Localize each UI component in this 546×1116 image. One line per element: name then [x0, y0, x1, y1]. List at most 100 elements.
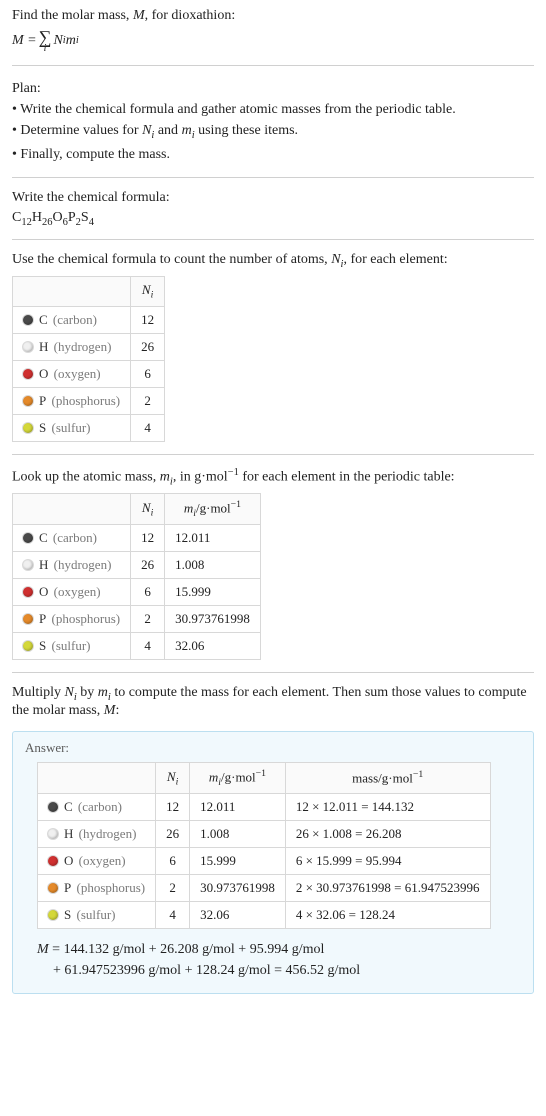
table-header-row: Ni mi/g·mol−1 mass/g·mol−1 — [38, 762, 491, 793]
table-row: H (hydrogen) 26 — [13, 333, 165, 360]
element-dot-icon — [23, 342, 33, 352]
lookup-h-b: , in g·mol — [173, 469, 228, 484]
element-cell: C (carbon) — [23, 312, 120, 328]
table-row: S (sulfur)432.06 — [13, 633, 261, 660]
m-cell: 15.999 — [190, 847, 286, 874]
m-header: mi/g·mol−1 — [165, 494, 261, 525]
element-dot-icon — [48, 883, 58, 893]
mult-d: : — [115, 703, 119, 718]
n-cell: 2 — [131, 387, 165, 414]
mult-a: Multiply — [12, 685, 65, 700]
table-header-row: Ni mi/g·mol−1 — [13, 494, 261, 525]
lookup-h-exp: −1 — [228, 467, 239, 478]
mass-cell: 4 × 32.06 = 128.24 — [285, 901, 490, 928]
element-dot-icon — [23, 587, 33, 597]
lookup-table: Ni mi/g·mol−1 C (carbon)1212.011H (hydro… — [12, 493, 261, 660]
table-row: O (oxygen)615.999 — [13, 579, 261, 606]
nh: N — [142, 282, 151, 297]
element-dot-icon — [48, 829, 58, 839]
plan-l2b: and — [154, 123, 181, 138]
mh-b2: /g·mol — [221, 769, 256, 784]
m-cell: 32.06 — [190, 901, 286, 928]
chem-s-sub: 4 — [89, 216, 94, 227]
table-row: P (phosphorus)230.973761998 — [13, 606, 261, 633]
formula-heading: Write the chemical formula: — [12, 190, 534, 206]
n-header: Ni — [131, 494, 165, 525]
element-dot-icon — [23, 396, 33, 406]
lookup-h-c: for each element in the periodic table: — [239, 469, 455, 484]
n-cell: 26 — [131, 333, 165, 360]
n-header: Ni — [131, 277, 165, 307]
nhs3: i — [176, 776, 179, 787]
table-row: C (carbon)1212.011 — [13, 525, 261, 552]
m-cell: 30.973761998 — [165, 606, 261, 633]
mass-cell: 12 × 12.011 = 144.132 — [285, 793, 490, 820]
table-row: S (sulfur)4 — [13, 414, 165, 441]
m-cell: 30.973761998 — [190, 874, 286, 901]
massh-a: mass/g·mol — [352, 771, 413, 786]
element-cell: H (hydrogen) — [23, 557, 120, 573]
mh-exp2: −1 — [256, 768, 266, 779]
element-cell: P (phosphorus) — [48, 880, 145, 896]
intro-m: M — [133, 8, 145, 23]
element-cell: S (sulfur) — [23, 420, 120, 436]
m-cell: 32.06 — [165, 633, 261, 660]
n-cell: 4 — [156, 901, 190, 928]
table-row: P (phosphorus) 2 — [13, 387, 165, 414]
table-row: P (phosphorus)230.9737619982 × 30.973761… — [38, 874, 491, 901]
intro-text: Find the molar mass, — [12, 8, 133, 23]
n-cell: 12 — [131, 306, 165, 333]
plan-line-1: • Write the chemical formula and gather … — [12, 99, 534, 120]
intro-line: Find the molar mass, M, for dioxathion: — [12, 8, 534, 24]
n-header: Ni — [156, 762, 190, 793]
count-block: Use the chemical formula to count the nu… — [12, 252, 534, 441]
mh-b: /g·mol — [196, 501, 231, 516]
sigma-sub: i — [39, 46, 52, 51]
chem-h-sub: 26 — [42, 216, 53, 227]
count-heading: Use the chemical formula to count the nu… — [12, 252, 534, 270]
n-cell: 26 — [131, 552, 165, 579]
massh-exp: −1 — [413, 769, 423, 780]
eq-m-sub: i — [76, 35, 79, 46]
table-row: H (hydrogen) 261.008 — [13, 552, 261, 579]
blank-header — [38, 762, 156, 793]
eq-lhs: M = — [12, 33, 37, 49]
mass-cell: 26 × 1.008 = 26.208 — [285, 820, 490, 847]
divider — [12, 454, 534, 455]
mult-mm: M — [104, 703, 116, 718]
chem-c: C — [12, 210, 21, 225]
mult-b: by — [77, 685, 98, 700]
element-dot-icon — [48, 856, 58, 866]
element-cell: O (oxygen) — [48, 853, 145, 869]
plan-l2c: using these items. — [195, 123, 298, 138]
divider — [12, 65, 534, 66]
element-cell: O (oxygen) — [23, 366, 120, 382]
m-cell: 1.008 — [190, 820, 286, 847]
table-row: O (oxygen) 615.9996 × 15.999 = 95.994 — [38, 847, 491, 874]
m-cell: 1.008 — [165, 552, 261, 579]
formula-block: Write the chemical formula: C12H26O6P2S4 — [12, 190, 534, 228]
element-cell: H (hydrogen) — [23, 339, 120, 355]
n-cell: 12 — [131, 525, 165, 552]
divider — [12, 672, 534, 673]
mult-n: N — [65, 685, 74, 700]
eq-m: m — [66, 33, 76, 49]
element-dot-icon — [23, 560, 33, 570]
lookup-h-a: Look up the atomic mass, — [12, 469, 160, 484]
chem-p: P — [68, 210, 76, 225]
n-cell: 12 — [156, 793, 190, 820]
mass-cell: 6 × 15.999 = 95.994 — [285, 847, 490, 874]
n-cell: 6 — [156, 847, 190, 874]
element-cell: P (phosphorus) — [23, 393, 120, 409]
table-row: H (hydrogen)261.00826 × 1.008 = 26.208 — [38, 820, 491, 847]
plan-heading: Plan: — [12, 78, 534, 99]
mh-a: m — [184, 501, 193, 516]
n-cell: 2 — [131, 606, 165, 633]
mh-exp: −1 — [231, 499, 241, 510]
mult-m: m — [98, 685, 108, 700]
divider — [12, 177, 534, 178]
blank-header — [13, 277, 131, 307]
intro-block: Find the molar mass, M, for dioxathion: … — [12, 8, 534, 53]
lookup-h-m: m — [160, 469, 170, 484]
m-cell: 15.999 — [165, 579, 261, 606]
